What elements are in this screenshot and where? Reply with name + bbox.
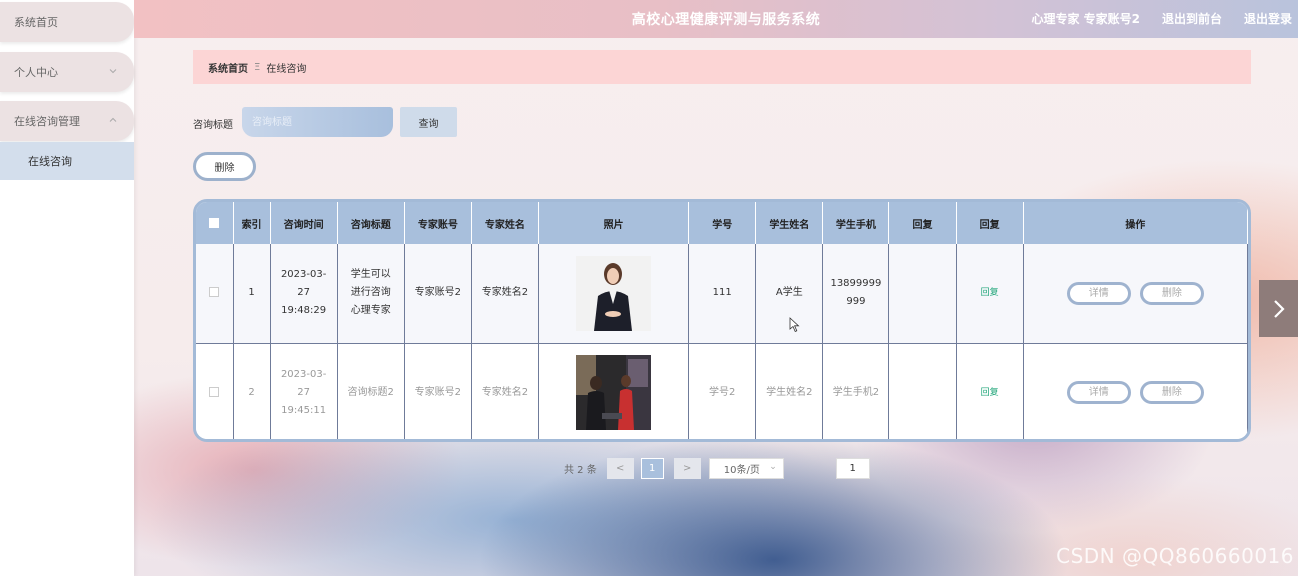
sidebar-item-label: 在线咨询管理 [14,115,80,128]
select-all-cell [196,202,234,244]
page-size-value: 10条/页 [723,465,760,476]
row-checkbox[interactable] [209,287,220,298]
sidebar-item-label: 系统首页 [14,16,58,29]
cell-student-name: 学生姓名2 [755,343,824,439]
mouse-cursor-icon [789,317,800,333]
current-user[interactable]: 心理专家 专家账号2 [1031,10,1140,27]
cell-title: 学生可以进行咨询心理专家 [337,244,405,344]
sidebar-subitem-label: 在线咨询 [28,155,72,168]
sidebar: 系统首页 个人中心 在线咨询管理 在线咨询 [0,0,134,576]
delete-button[interactable]: 删除 [1139,381,1204,404]
expert-photo[interactable] [576,255,652,331]
breadcrumb-separator: Ξ [254,61,261,73]
page-number-button[interactable]: 1 [640,458,664,479]
search-label: 咨询标题 [193,120,233,131]
column-header: 专家账号 [404,202,472,244]
cell-index: 1 [233,244,271,344]
column-header: 照片 [538,202,690,244]
breadcrumb-current: 在线咨询 [266,63,307,75]
detail-button[interactable]: 详情 [1066,381,1131,404]
cell-reply-text [888,244,957,344]
search-input[interactable] [242,107,393,137]
column-header: 咨询时间 [270,202,338,244]
back-to-front-link[interactable]: 退出到前台 [1162,10,1222,27]
cell-expert-account: 专家账号2 [404,244,472,344]
column-header: 索引 [233,202,271,244]
chevron-down-icon: ⌄ [769,462,777,472]
logout-link[interactable]: 退出登录 [1244,10,1292,27]
column-header: 回复 [888,202,957,244]
next-slide-button[interactable] [1259,280,1298,337]
next-page-button[interactable]: > [673,458,701,479]
cell-student-id: 111 [688,244,757,344]
pagination-total: 共 2 条 [564,465,597,476]
select-all-checkbox[interactable] [209,217,220,228]
column-header: 操作 [1023,202,1248,244]
row-select-cell [196,343,234,439]
page-jump-input[interactable] [835,458,870,479]
sidebar-item-home[interactable]: 系统首页 [0,2,134,42]
chevron-up-icon [108,115,118,125]
batch-delete-button[interactable]: 删除 [193,152,256,181]
column-header: 学号 [688,202,757,244]
cell-expert-account: 专家账号2 [404,343,472,439]
cell-expert-name: 专家姓名2 [471,343,539,439]
cell-student-phone: 13899999999 [822,244,890,344]
search-button[interactable]: 查询 [400,107,457,137]
chevron-down-icon [108,66,118,76]
row-checkbox[interactable] [209,386,220,397]
row-select-cell [196,244,234,344]
consult-photo[interactable] [576,355,652,430]
column-header: 学生姓名 [755,202,824,244]
cell-photo [538,244,690,344]
table-header-row: 索引 咨询时间 咨询标题 专家账号 专家姓名 照片 学号 学生姓名 学生手机 回… [196,202,1248,244]
header-actions: 心理专家 专家账号2 退出到前台 退出登录 [1031,10,1292,27]
cell-reply-text [888,343,957,439]
table-row: 2 2023-03-27 19:45:11 咨询标题2 专家账号2 专家姓名2 [196,343,1248,439]
cell-photo [538,343,690,439]
column-header: 回复 [956,202,1024,244]
cell-title: 咨询标题2 [337,343,405,439]
page-size-select[interactable]: 10条/页 ⌄ [708,458,784,479]
prev-page-button[interactable]: < [606,458,634,479]
table-row: 1 2023-03-27 19:48:29 学生可以进行咨询心理专家 专家账号2… [196,244,1248,344]
cell-actions: 详情 删除 [1023,343,1248,439]
cell-time: 2023-03-27 19:45:11 [270,343,338,439]
reply-link[interactable]: 回复 [956,343,1024,439]
chevron-right-icon [1273,299,1285,318]
pagination: 共 2 条 < 1 > 10条/页 ⌄ [564,458,874,479]
consult-table: 索引 咨询时间 咨询标题 专家账号 专家姓名 照片 学号 学生姓名 学生手机 回… [193,199,1251,442]
cell-index: 2 [233,343,271,439]
column-header: 学生手机 [822,202,890,244]
cell-actions: 详情 删除 [1023,244,1248,344]
column-header: 专家姓名 [471,202,539,244]
watermark: CSDN @QQ860660016 [1056,544,1294,568]
detail-button[interactable]: 详情 [1066,281,1131,305]
sidebar-item-label: 个人中心 [14,66,58,79]
cell-student-id: 学号2 [688,343,757,439]
reply-link[interactable]: 回复 [956,244,1024,344]
breadcrumb: 系统首页 Ξ 在线咨询 [193,50,1251,84]
column-header: 咨询标题 [337,202,405,244]
cell-expert-name: 专家姓名2 [471,244,539,344]
sidebar-item-personal-center[interactable]: 个人中心 [0,52,134,92]
sidebar-item-consult-management[interactable]: 在线咨询管理 [0,101,134,141]
cell-time: 2023-03-27 19:48:29 [270,244,338,344]
cell-student-phone: 学生手机2 [822,343,890,439]
delete-button[interactable]: 删除 [1139,281,1204,305]
breadcrumb-home[interactable]: 系统首页 [208,60,248,75]
sidebar-subitem-online-consult[interactable]: 在线咨询 [0,142,134,180]
top-header: 高校心理健康评测与服务系统 心理专家 专家账号2 退出到前台 退出登录 [134,0,1298,38]
